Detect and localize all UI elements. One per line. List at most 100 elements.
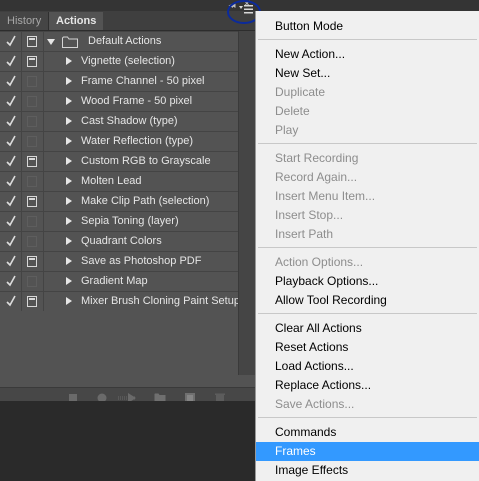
expand-arrow-icon[interactable] <box>66 217 72 225</box>
menu-item-allow-tool-recording[interactable]: Allow Tool Recording <box>256 291 479 310</box>
actions-panel: History Actions Default Actions Vignette… <box>0 11 256 408</box>
action-label: Frame Channel - 50 pixel <box>81 75 205 87</box>
check-cell[interactable] <box>0 292 22 311</box>
scrollbar[interactable] <box>238 31 256 375</box>
dialog-cell[interactable] <box>22 212 44 231</box>
menu-item-new-set[interactable]: New Set... <box>256 64 479 83</box>
expand-arrow-icon[interactable] <box>66 157 72 165</box>
menu-item-frames[interactable]: Frames <box>256 442 479 461</box>
expand-arrow-icon[interactable] <box>66 257 72 265</box>
resize-grip[interactable] <box>117 396 137 400</box>
panel-flyout-menu: Button Mode New Action... New Set... Dup… <box>255 11 479 481</box>
check-cell[interactable] <box>0 212 22 231</box>
menu-item-new-action[interactable]: New Action... <box>256 45 479 64</box>
expand-arrow-icon[interactable] <box>66 97 72 105</box>
dialog-cell[interactable] <box>22 52 44 71</box>
tab-history[interactable]: History <box>0 12 50 30</box>
check-icon <box>6 95 16 107</box>
menu-item-commands[interactable]: Commands <box>256 423 479 442</box>
action-row[interactable]: Wood Frame - 50 pixel <box>0 91 255 111</box>
menu-item-clear-all-actions[interactable]: Clear All Actions <box>256 319 479 338</box>
menu-item-save-actions: Save Actions... <box>256 395 479 414</box>
menu-item-label: Insert Menu Item... <box>275 189 376 203</box>
action-row[interactable]: Sepia Toning (layer) <box>0 211 255 231</box>
check-cell[interactable] <box>0 172 22 191</box>
dialog-cell[interactable] <box>22 132 44 151</box>
dialog-cell[interactable] <box>22 292 44 311</box>
expand-arrow-icon[interactable] <box>66 197 72 205</box>
action-row[interactable]: Water Reflection (type) <box>0 131 255 151</box>
menu-item-image-effects[interactable]: Image Effects <box>256 461 479 480</box>
action-label: Wood Frame - 50 pixel <box>81 95 193 107</box>
dialog-cell[interactable] <box>22 72 44 91</box>
expand-arrow-icon[interactable] <box>66 237 72 245</box>
action-row[interactable]: Custom RGB to Grayscale <box>0 151 255 171</box>
check-cell[interactable] <box>0 252 22 271</box>
check-icon <box>6 75 16 87</box>
action-set-row[interactable]: Default Actions <box>0 31 255 51</box>
menu-item-label: Allow Tool Recording <box>275 293 387 307</box>
dialog-cell[interactable] <box>22 152 44 171</box>
action-row[interactable]: Save as Photoshop PDF <box>0 251 255 271</box>
expand-arrow-icon[interactable] <box>66 137 72 145</box>
dialog-cell[interactable] <box>22 92 44 111</box>
menu-item-replace-actions[interactable]: Replace Actions... <box>256 376 479 395</box>
check-icon <box>6 155 16 167</box>
check-cell[interactable] <box>0 92 22 111</box>
dialog-toggle-icon <box>27 156 37 167</box>
action-row[interactable]: Frame Channel - 50 pixel <box>0 71 255 91</box>
menu-item-label: Reset Actions <box>275 340 349 354</box>
dialog-toggle-icon <box>27 296 37 307</box>
dialog-cell[interactable] <box>22 32 44 51</box>
action-row[interactable]: Vignette (selection) <box>0 51 255 71</box>
menu-item-play: Play <box>256 121 479 140</box>
menu-item-record-again: Record Again... <box>256 168 479 187</box>
check-cell[interactable] <box>0 272 22 291</box>
menu-item-label: Button Mode <box>275 19 344 33</box>
check-cell[interactable] <box>0 72 22 91</box>
check-cell[interactable] <box>0 112 22 131</box>
dialog-cell[interactable] <box>22 272 44 291</box>
action-row[interactable]: Make Clip Path (selection) <box>0 191 255 211</box>
expand-arrow-icon[interactable] <box>47 39 55 45</box>
actions-list: Default Actions Vignette (selection) Fram… <box>0 31 255 331</box>
action-label: Sepia Toning (layer) <box>81 215 179 227</box>
menu-item-load-actions[interactable]: Load Actions... <box>256 357 479 376</box>
action-label: Molten Lead <box>81 175 142 187</box>
action-row[interactable]: Molten Lead <box>0 171 255 191</box>
expand-arrow-icon[interactable] <box>66 277 72 285</box>
expand-arrow-icon[interactable] <box>66 297 72 305</box>
action-row[interactable]: Mixer Brush Cloning Paint Setup <box>0 291 255 311</box>
menu-item-label: Image Effects <box>275 463 349 477</box>
action-row[interactable]: Gradient Map <box>0 271 255 291</box>
check-cell[interactable] <box>0 152 22 171</box>
check-cell[interactable] <box>0 132 22 151</box>
tab-actions[interactable]: Actions <box>49 12 104 30</box>
menu-item-button-mode[interactable]: Button Mode <box>256 17 479 36</box>
check-cell[interactable] <box>0 192 22 211</box>
check-icon <box>6 295 16 307</box>
dialog-cell[interactable] <box>22 232 44 251</box>
menu-item-insert-path: Insert Path <box>256 225 479 244</box>
expand-arrow-icon[interactable] <box>66 177 72 185</box>
dialog-cell[interactable] <box>22 172 44 191</box>
menu-item-label: Start Recording <box>275 151 359 165</box>
menu-item-label: Record Again... <box>275 170 358 184</box>
menu-separator <box>258 417 477 418</box>
dialog-toggle-empty-icon <box>27 76 37 87</box>
menu-item-reset-actions[interactable]: Reset Actions <box>256 338 479 357</box>
dialog-cell[interactable] <box>22 112 44 131</box>
expand-arrow-icon[interactable] <box>66 77 72 85</box>
dialog-toggle-icon <box>27 36 37 47</box>
check-cell[interactable] <box>0 32 22 51</box>
expand-arrow-icon[interactable] <box>66 117 72 125</box>
menu-item-playback-options[interactable]: Playback Options... <box>256 272 479 291</box>
expand-arrow-icon[interactable] <box>66 57 72 65</box>
menu-item-start-recording: Start Recording <box>256 149 479 168</box>
dialog-cell[interactable] <box>22 252 44 271</box>
check-cell[interactable] <box>0 232 22 251</box>
action-row[interactable]: Cast Shadow (type) <box>0 111 255 131</box>
action-row[interactable]: Quadrant Colors <box>0 231 255 251</box>
check-cell[interactable] <box>0 52 22 71</box>
dialog-cell[interactable] <box>22 192 44 211</box>
